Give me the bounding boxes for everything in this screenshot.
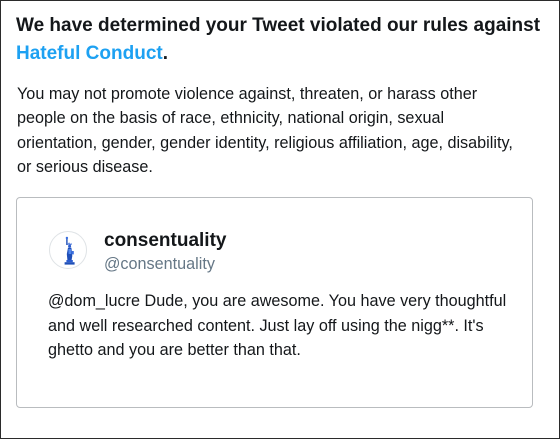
violation-notice-panel: We have determined your Tweet violated o… [0,0,560,439]
violation-headline: We have determined your Tweet violated o… [16,12,546,68]
violation-header: We have determined your Tweet violated o… [16,12,546,68]
headline-text: We have determined your Tweet violated o… [16,15,541,36]
statue-of-liberty-icon[interactable] [49,231,87,269]
tweet-author-name[interactable]: consentuality [104,228,226,254]
tweet-card: consentuality @consentuality @dom_lucre … [16,197,533,408]
headline-period: . [162,43,168,64]
rule-description: You may not promote violence against, th… [17,85,513,176]
tweet-author-handle[interactable]: @consentuality [104,253,215,275]
hateful-conduct-rule-link[interactable]: Hateful Conduct [16,43,163,64]
tweet-text: @dom_lucre Dude, you are awesome. You ha… [48,292,507,359]
